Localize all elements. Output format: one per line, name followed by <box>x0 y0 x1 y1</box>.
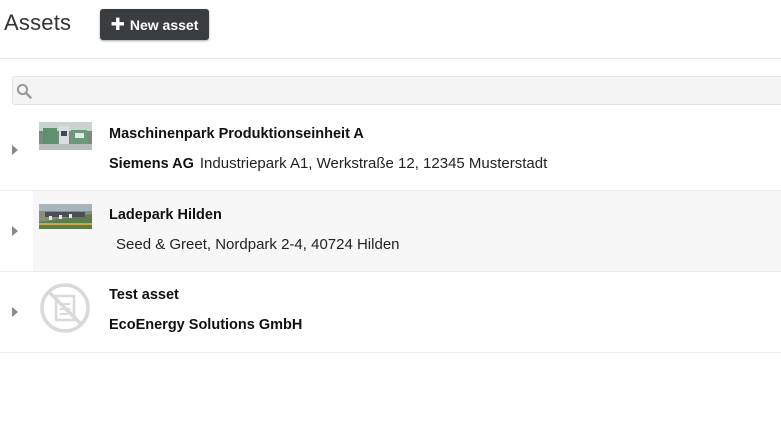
asset-row[interactable]: Test asset EcoEnergy Solutions GmbH <box>0 272 781 353</box>
asset-name: Test asset <box>109 287 179 303</box>
asset-name: Ladepark Hilden <box>109 207 222 223</box>
row-highlight <box>33 191 781 271</box>
asset-row[interactable]: Maschinenpark Produktionseinheit A Sieme… <box>0 110 781 191</box>
asset-address: Industriepark A1, Werkstraße 12, 12345 M… <box>199 155 548 172</box>
asset-owner: EcoEnergy Solutions GmbH <box>109 317 303 333</box>
expand-caret-icon[interactable] <box>12 226 18 236</box>
asset-owner: Siemens AG <box>109 156 194 172</box>
search-icon <box>16 83 32 99</box>
asset-details: Siemens AG Industriepark A1, Werkstraße 1… <box>109 155 547 172</box>
expand-caret-icon[interactable] <box>12 307 18 317</box>
charging-park-photo-thumbnail <box>39 204 92 229</box>
page-title: Assets <box>4 10 72 35</box>
assets-page: Assets ✚ New asset Maschinenpark Produkt… <box>0 0 781 431</box>
page-header: Assets ✚ New asset <box>0 0 781 59</box>
asset-details: Seed & Greet, Nordpark 2-4, 40724 Hilden <box>116 236 400 253</box>
plus-icon: ✚ <box>110 14 125 34</box>
expand-caret-icon[interactable] <box>12 145 18 155</box>
factory-photo-thumbnail <box>39 122 92 150</box>
search-bar[interactable] <box>12 76 781 106</box>
asset-row[interactable]: Ladepark Hilden Seed & Greet, Nordpark 2… <box>0 191 781 272</box>
asset-details: EcoEnergy Solutions GmbH <box>109 316 308 333</box>
new-asset-button-label: New asset <box>129 16 199 33</box>
asset-name: Maschinenpark Produktionseinheit A <box>109 126 364 142</box>
new-asset-button[interactable]: ✚ New asset <box>100 9 209 40</box>
no-image-icon <box>40 283 90 333</box>
search-input[interactable] <box>37 77 781 106</box>
asset-address: Seed & Greet, Nordpark 2-4, 40724 Hilden <box>116 236 400 253</box>
